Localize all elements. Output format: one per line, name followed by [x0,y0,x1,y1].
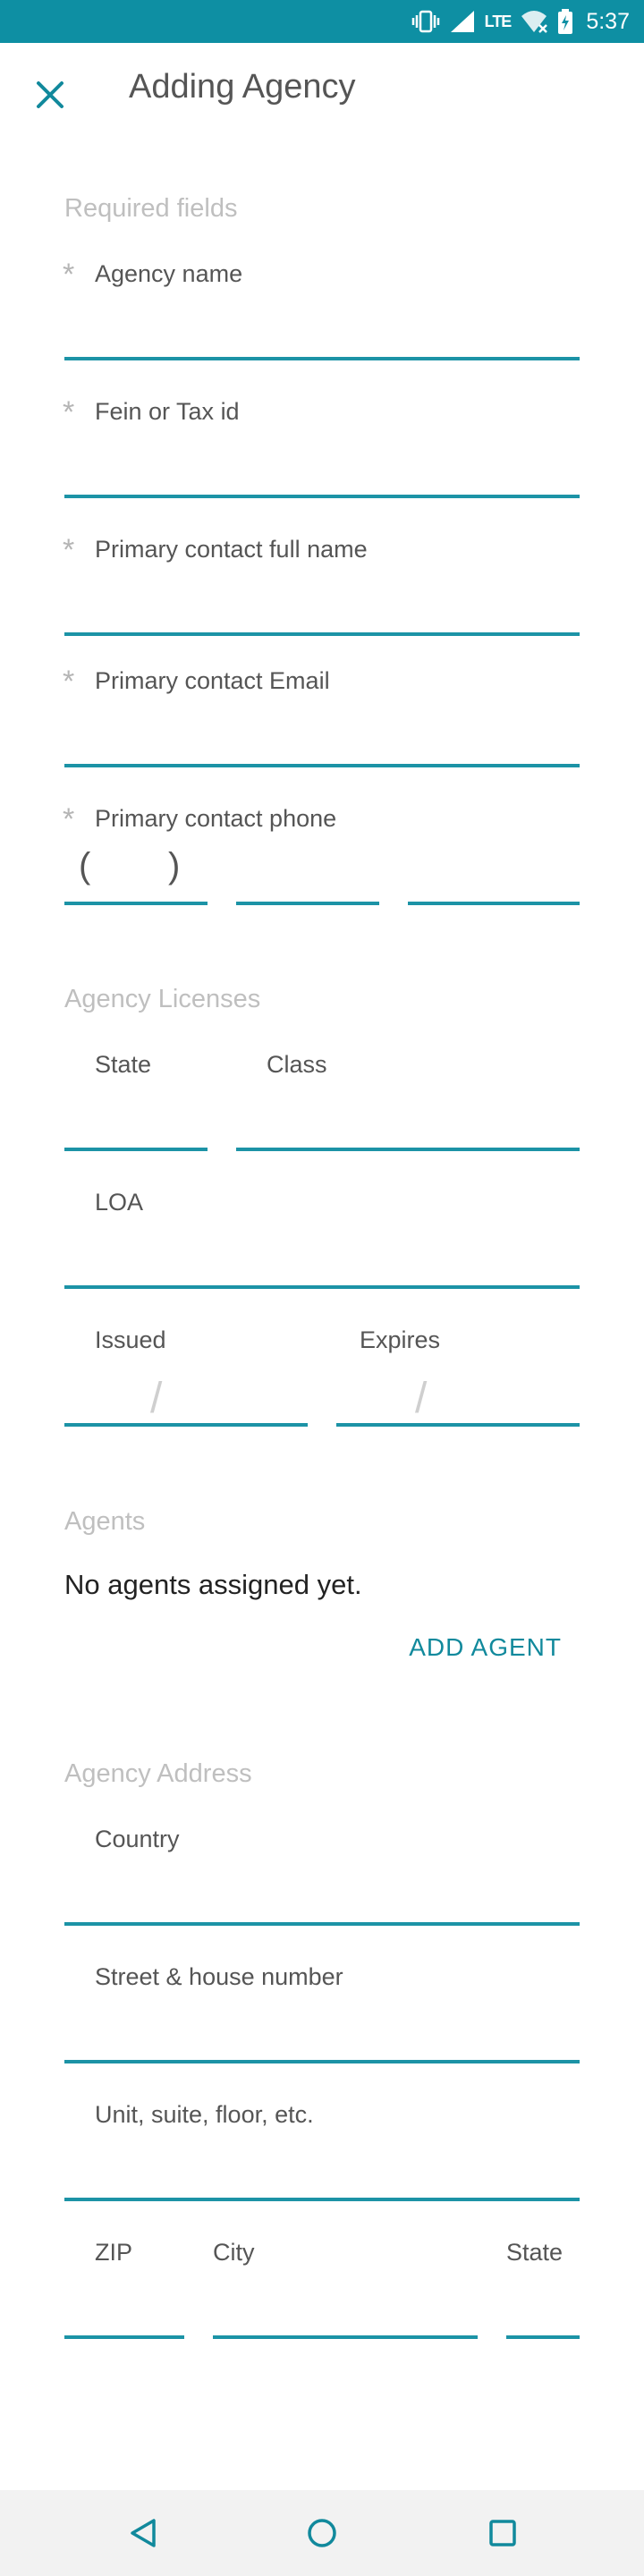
country-input[interactable] [64,1922,580,1926]
agency-name-input[interactable] [64,357,580,360]
recents-button[interactable] [476,2506,530,2560]
street-input[interactable] [64,2060,580,2063]
unit-input[interactable] [64,2198,580,2201]
close-button[interactable] [25,70,75,120]
section-title-address: Agency Address [64,1759,252,1788]
section-title-agents: Agents [64,1507,146,1536]
phone-open-paren: ( [79,846,91,886]
contact-email-input[interactable] [64,764,580,767]
close-icon [37,81,64,108]
no-agents-text: No agents assigned yet. [64,1569,362,1600]
app-bar: Adding Agency [0,43,644,143]
contact-email-label: Primary contact Email [95,667,330,694]
issued-label: Issued [95,1326,166,1353]
network-type: LTE [484,12,513,30]
license-state-input[interactable] [64,1148,208,1151]
contact-name-input[interactable] [64,632,580,636]
loa-label: LOA [95,1189,144,1216]
back-icon [131,2519,156,2547]
expires-label: Expires [360,1326,441,1353]
license-class-label: Class [267,1051,327,1078]
home-icon [308,2519,336,2547]
required-star: * [63,802,75,836]
battery-charging-icon [557,8,573,35]
status-time: 5:37 [586,8,630,34]
required-star: * [63,258,75,292]
back-button[interactable] [116,2506,170,2560]
zip-input[interactable] [64,2335,184,2339]
address-state-label: State [506,2239,564,2266]
loa-input[interactable] [64,1285,580,1289]
required-star: * [63,533,75,567]
required-star: * [63,395,75,429]
expires-date-input[interactable] [336,1423,580,1427]
signal-icon [449,9,476,34]
contact-name-label: Primary contact full name [95,536,368,563]
phone-area-code-input[interactable] [64,902,208,905]
required-star: * [63,665,75,699]
phone-line-input[interactable] [408,902,580,905]
status-bar: LTE 5:37 [0,0,644,43]
phone-close-paren: ) [168,846,181,886]
license-state-label: State [95,1051,152,1078]
zip-label: ZIP [95,2239,133,2266]
address-state-input[interactable] [506,2335,580,2339]
vibrate-icon [411,9,440,34]
section-title-required: Required fields [64,194,238,223]
home-button[interactable] [295,2506,349,2560]
add-agent-button[interactable]: ADD AGENT [409,1633,562,1662]
street-label: Street & house number [95,1963,343,1990]
issued-date-separator: / [150,1375,163,1422]
wifi-icon [520,9,548,34]
phone-prefix-input[interactable] [236,902,379,905]
contact-phone-label: Primary contact phone [95,805,337,832]
status-icons: LTE 5:37 [411,0,630,43]
city-input[interactable] [213,2335,478,2339]
section-title-licenses: Agency Licenses [64,985,261,1013]
license-class-input[interactable] [236,1148,580,1151]
page-title: Adding Agency [129,68,356,106]
unit-label: Unit, suite, floor, etc. [95,2101,314,2128]
city-label: City [213,2239,255,2266]
navigation-bar [0,2490,644,2576]
issued-date-input[interactable] [64,1423,308,1427]
fein-label: Fein or Tax id [95,398,240,425]
recents-icon [489,2520,516,2546]
expires-date-separator: / [415,1375,428,1422]
fein-input[interactable] [64,495,580,498]
agency-name-label: Agency name [95,260,243,287]
country-label: Country [95,1826,180,1852]
